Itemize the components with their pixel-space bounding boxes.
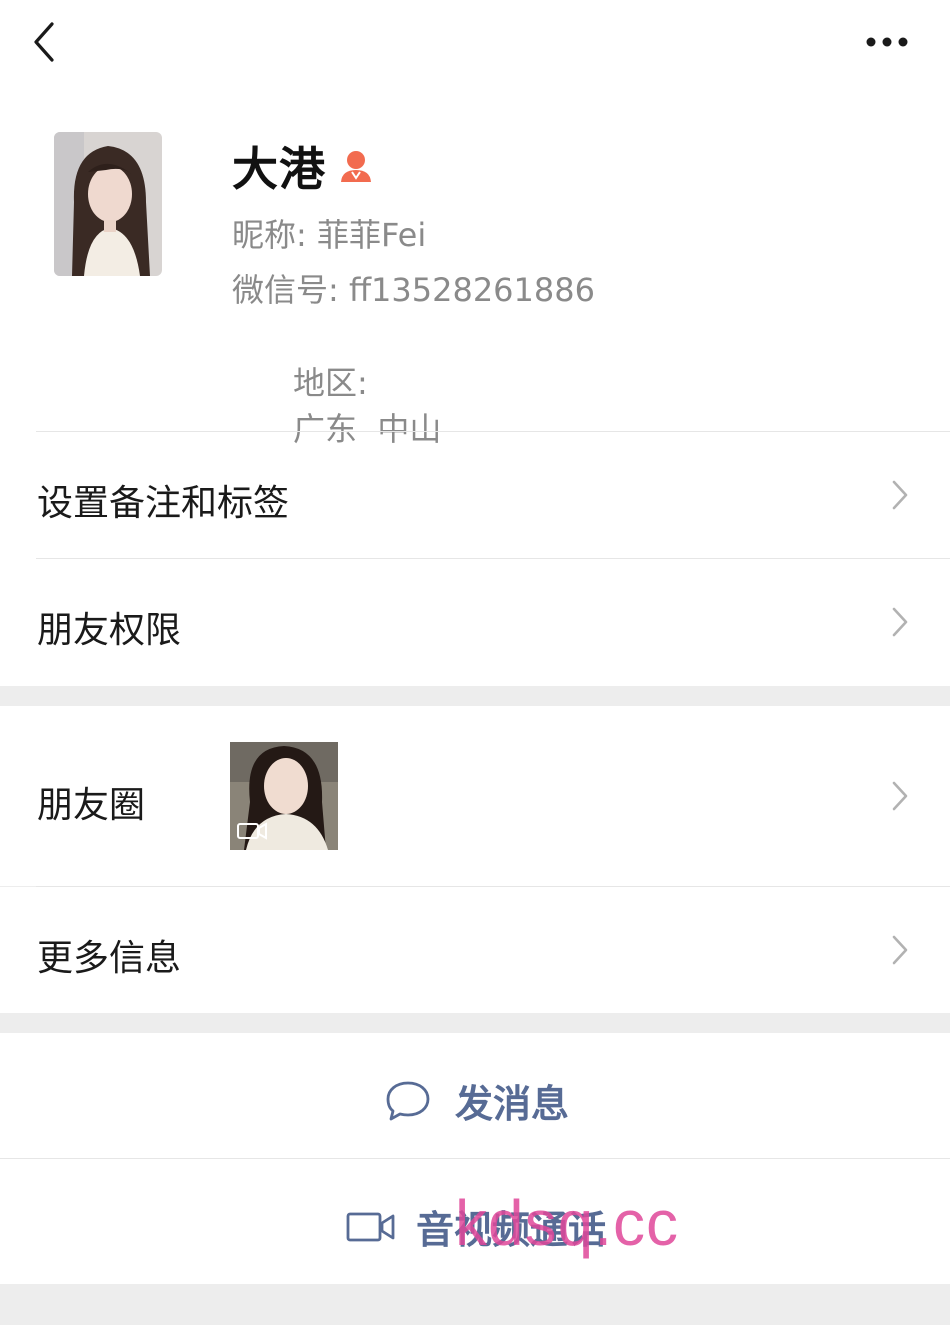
more-info-row[interactable]: 更多信息 bbox=[0, 887, 950, 1013]
wechat-id-line: 微信号: ff13528261886 bbox=[232, 265, 595, 311]
chat-bubble-icon bbox=[386, 1081, 430, 1120]
nickname-label: 昵称: bbox=[232, 216, 307, 254]
remark-tags-label: 设置备注和标签 bbox=[37, 483, 290, 524]
moments-label: 朋友圈 bbox=[37, 785, 146, 826]
permissions-label: 朋友权限 bbox=[37, 610, 182, 651]
moments-thumbnail[interactable] bbox=[230, 742, 338, 850]
chevron-right-icon bbox=[892, 935, 908, 965]
profile-card: 大港 昵称: 菲菲Fei 微信号: ff13528261886 地区: 广东 中… bbox=[0, 0, 950, 686]
divider bbox=[0, 1158, 950, 1159]
chevron-right-icon bbox=[892, 607, 908, 637]
nickname-value: 菲菲Fei bbox=[316, 216, 427, 254]
wechat-id-label: 微信号: bbox=[232, 271, 339, 309]
chevron-left-icon[interactable] bbox=[28, 20, 64, 64]
nickname-line: 昵称: 菲菲Fei bbox=[232, 210, 426, 256]
chevron-right-icon bbox=[892, 781, 908, 811]
contact-profile-page: 大港 昵称: 菲菲Fei 微信号: ff13528261886 地区: 广东 中… bbox=[0, 0, 950, 1325]
divider bbox=[36, 886, 950, 887]
permissions-row[interactable]: 朋友权限 bbox=[0, 559, 950, 686]
remark-tags-row[interactable]: 设置备注和标签 bbox=[0, 432, 950, 558]
ellipsis-icon[interactable] bbox=[864, 34, 910, 50]
send-message-label: 发消息 bbox=[455, 1082, 570, 1126]
person-badge-icon bbox=[341, 151, 371, 182]
region-label: 地区: bbox=[293, 364, 368, 402]
watermark: kdsq.cc bbox=[455, 1187, 679, 1259]
chevron-right-icon bbox=[892, 480, 908, 510]
avatar-photo bbox=[54, 132, 162, 276]
wechat-id-value[interactable]: ff13528261886 bbox=[349, 271, 595, 309]
send-message-button[interactable]: 发消息 bbox=[0, 1033, 950, 1158]
send-message-content: 发消息 bbox=[385, 1073, 569, 1128]
contact-name: 大港 bbox=[232, 142, 326, 196]
name-row: 大港 bbox=[232, 136, 374, 196]
avatar[interactable] bbox=[54, 132, 162, 276]
more-info-label: 更多信息 bbox=[37, 938, 182, 979]
moments-row[interactable]: 朋友圈 bbox=[0, 706, 950, 886]
video-camera-icon bbox=[346, 1212, 395, 1241]
moments-photo bbox=[230, 742, 338, 850]
